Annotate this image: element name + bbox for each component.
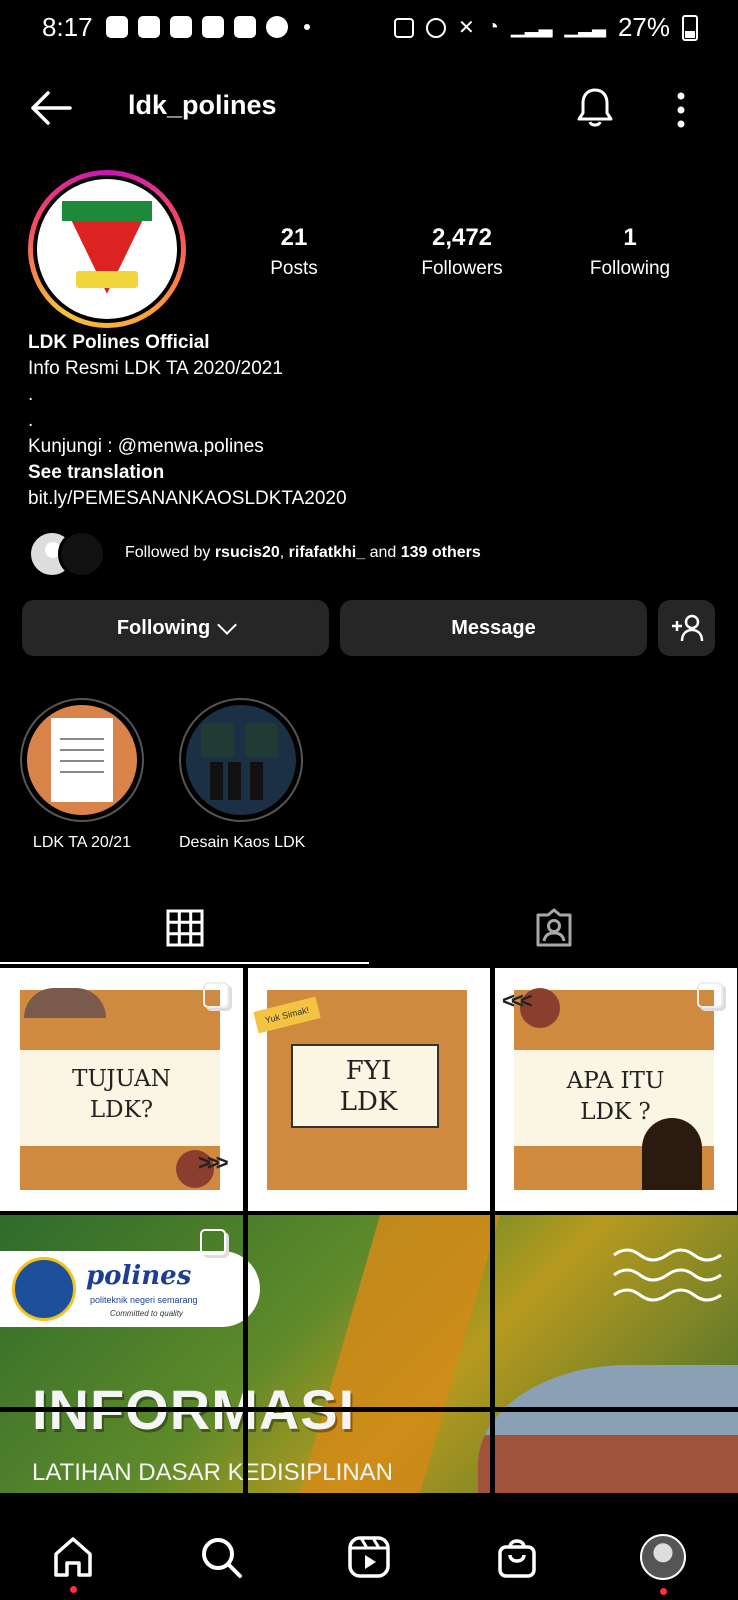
status-time: 8:17 (42, 12, 93, 42)
arrows-icon: <<< (502, 988, 532, 1013)
post-title: TUJUAN LDK? (72, 1066, 171, 1123)
signal-icon: ▁▂▃ (510, 17, 553, 37)
post-thumbnail[interactable]: Yuk Simak! FYI LDK (247, 968, 490, 1211)
highlight-label: LDK TA 20/21 (32, 834, 132, 851)
bio-line: . (28, 410, 34, 431)
battery-icon (682, 14, 698, 41)
notification-dot (660, 1588, 667, 1595)
bottom-navigation (0, 1514, 738, 1600)
add-person-icon (671, 614, 703, 642)
highlight-cover-image (186, 705, 296, 815)
home-icon (54, 1537, 92, 1577)
battery-saver-icon (394, 17, 415, 38)
carousel-icon (200, 1229, 226, 1255)
post-title: APA ITU LDK ? (566, 1068, 665, 1125)
reels-icon (348, 1536, 390, 1578)
post-title: FYI LDK (339, 1056, 398, 1117)
avatar-logo-image (37, 179, 177, 319)
profile-avatar[interactable] (28, 170, 186, 328)
youtube-icon (202, 16, 224, 38)
following-button[interactable]: Following (22, 600, 329, 656)
profile-actions: Following Message (22, 600, 722, 658)
alarm-icon (426, 17, 447, 38)
post-logo-text: polines (86, 1261, 192, 1291)
wifi-icon: ◔ (486, 16, 499, 38)
arrows-icon: >>> (198, 1150, 228, 1175)
app-icon (266, 16, 288, 38)
posts-count[interactable]: 21 Posts (244, 224, 344, 280)
post-thumbnail-large[interactable]: polines politeknik negeri semarang Commi… (0, 1215, 738, 1493)
notification-icons (106, 16, 310, 38)
followers-count[interactable]: 2,472 Followers (402, 224, 522, 280)
active-tab-indicator (0, 962, 369, 964)
follower-avatar (58, 530, 106, 578)
nav-search[interactable] (196, 1532, 246, 1582)
notification-dot (70, 1586, 77, 1593)
see-translation-link[interactable]: See translation (28, 460, 708, 486)
profile-bio: LDK Polines Official Info Resmi LDK TA 2… (28, 330, 708, 512)
nav-reels[interactable] (344, 1532, 394, 1582)
nav-home[interactable] (48, 1532, 98, 1582)
bio-line: . (28, 384, 34, 405)
following-count[interactable]: 1 Following (570, 224, 690, 280)
back-arrow-icon[interactable] (30, 90, 72, 126)
carousel-icon (697, 982, 723, 1008)
mute-icon: ✕ (458, 17, 475, 39)
highlight-cover-image (27, 705, 137, 815)
status-bar: 8:17 ✕ ◔ ▁▂▃ ▁▂▃ 27% (0, 0, 738, 56)
story-highlight[interactable]: LDK TA 20/21 (20, 698, 144, 852)
username-title: ldk_polines (128, 90, 277, 120)
highlight-label: Desain Kaos LDK (179, 834, 306, 851)
grid-icon (166, 909, 203, 947)
bio-line: Kunjungi : @menwa.polines (28, 436, 264, 457)
nav-profile[interactable] (638, 1532, 688, 1582)
polines-logo-emblem (12, 1257, 76, 1321)
more-options-icon[interactable] (666, 90, 696, 130)
bio-line: Info Resmi LDK TA 2020/2021 (28, 358, 283, 379)
more-notifications-dot (304, 24, 310, 30)
profile-avatar-icon (640, 1534, 686, 1580)
battery-percent: 27% (617, 12, 670, 42)
shopping-bag-icon (498, 1539, 536, 1578)
message-icon (106, 16, 128, 38)
post-logo-tagline: Committed to quality (110, 1309, 183, 1318)
carousel-icon (203, 982, 229, 1008)
tab-posts-grid[interactable] (0, 892, 369, 964)
youtube-icon (170, 16, 192, 38)
system-icons: ✕ ◔ ▁▂▃ ▁▂▃ 27% (394, 12, 698, 43)
suggested-accounts-button[interactable] (658, 600, 715, 656)
chevron-down-icon (217, 615, 238, 635)
followed-by-row[interactable]: Followed by rsucis20, rifafatkhi_ and 13… (28, 530, 718, 578)
display-name: LDK Polines Official (28, 332, 210, 353)
wave-decoration (613, 1248, 722, 1302)
shopping-icon (138, 16, 160, 38)
followed-by-text: Followed by rsucis20, rifafatkhi_ and 13… (125, 544, 481, 561)
profile-tabs (0, 892, 738, 964)
tab-tagged[interactable] (369, 892, 738, 964)
post-thumbnail[interactable]: TUJUAN LDK? >>> (0, 968, 243, 1211)
instagram-icon (234, 16, 256, 38)
profile-link[interactable]: bit.ly/PEMESANANKAOSLDKTA2020 (28, 486, 708, 512)
tagged-person-icon (536, 908, 571, 947)
profile-header: ldk_polines (0, 78, 738, 138)
search-icon (202, 1538, 242, 1578)
story-highlight[interactable]: Desain Kaos LDK (179, 698, 306, 852)
signal-icon: ▁▂▃ (564, 17, 606, 37)
post-logo-subtext: politeknik negeri semarang (90, 1295, 198, 1305)
bell-icon[interactable] (576, 86, 614, 130)
post-big-subtitle: LATIHAN DASAR KEDISIPLINAN (32, 1459, 393, 1486)
message-button[interactable]: Message (340, 600, 647, 656)
nav-shop[interactable] (492, 1532, 542, 1582)
post-thumbnail[interactable]: <<< APA ITU LDK ? (494, 968, 737, 1211)
